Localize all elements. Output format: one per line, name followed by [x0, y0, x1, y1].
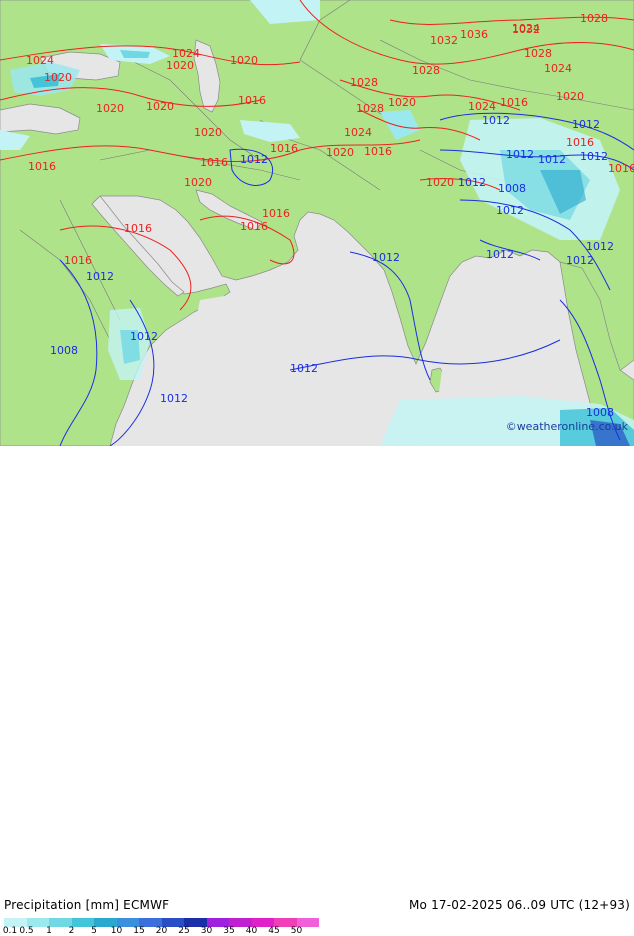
map-canvas: 1024 1024 1020 1020 1020 1020 1020 1016 … [0, 0, 634, 446]
isobar-label: 1020 [166, 59, 194, 72]
isobar-label: 1028 [356, 102, 384, 115]
isobar-label: 1012 [482, 114, 510, 127]
color-scale-tick: 0.5 [19, 926, 34, 936]
color-scale-tick: 5 [91, 926, 97, 936]
color-scale-tick: 1 [46, 926, 52, 936]
isobar-label: 1012 [496, 204, 524, 217]
color-scale-ticks: 0.1 0.5 1 2 5 10 15 20 25 30 35 40 45 50 [0, 926, 330, 936]
color-scale-tick: 35 [223, 926, 235, 936]
isobar-label: 1012 [458, 176, 486, 189]
color-scale-tick: 40 [245, 926, 258, 936]
isobar-label: 1012 [290, 362, 318, 375]
isobar-label: 1016 [500, 96, 528, 109]
color-scale-tick: 25 [178, 926, 190, 936]
isobar-label: 1028 [350, 76, 378, 89]
isobar-label: 1020 [194, 126, 222, 139]
color-scale-tick: 10 [110, 926, 123, 936]
isobar-label: 1012 [86, 270, 114, 283]
valid-time: Mo 17-02-2025 06..09 UTC (12+93) [408, 898, 630, 912]
isobar-label: 1024 [344, 126, 372, 139]
isobar-label: 1012 [586, 240, 614, 253]
color-scale-tick: 45 [268, 926, 280, 936]
isobar-label: 1020 [96, 102, 124, 115]
isobar-label: 1016 [240, 220, 268, 233]
isobar-label: 1028 [524, 47, 552, 60]
isobar-label: 1020 [388, 96, 416, 109]
isobar-label: 1016 [608, 162, 634, 175]
isobar-label: 1020 [44, 71, 72, 84]
isobar-label: 1012 [240, 153, 268, 166]
isobar-label: 1008 [586, 406, 614, 419]
isobar-label: 1012 [538, 153, 566, 166]
isobar-label: 1012 [580, 150, 608, 163]
isobar-label: 1012 [566, 254, 594, 267]
isobar-label: 1012 [572, 118, 600, 131]
color-scale-tick: 30 [200, 926, 213, 936]
color-scale-tick: 20 [155, 926, 168, 936]
isobar-label: 1036 [460, 28, 488, 41]
isobar-label: 1024 [468, 100, 496, 113]
isobar-label: 1016 [64, 254, 92, 267]
isobar-label: 1012 [130, 330, 158, 343]
isobar-label: 1028 [412, 64, 440, 77]
isobar-label: 1016 [124, 222, 152, 235]
isobar-label: 1016 [566, 136, 594, 149]
isobar-label: 1032 [512, 23, 540, 36]
color-scale-tick: 2 [68, 926, 75, 936]
isobar-label: 1016 [270, 142, 298, 155]
isobar-label: 1016 [262, 207, 290, 220]
isobar-label: 1020 [184, 176, 212, 189]
isobar-label: 1012 [486, 248, 514, 261]
color-scale-tick: 0.1 [2, 926, 18, 936]
isobar-label: 1028 [580, 12, 608, 25]
isobar-label: 1012 [506, 148, 534, 161]
isobar-label: 1012 [372, 251, 400, 264]
isobar-label: 1008 [50, 344, 78, 357]
isobar-label: 1008 [498, 182, 526, 195]
credit-text: ©weatheronline.co.uk [505, 420, 628, 433]
isobar-label: 1024 [544, 62, 572, 75]
isobar-label: 1032 [430, 34, 458, 47]
isobar-label: 1020 [230, 54, 258, 67]
isobar-label: 1020 [426, 176, 454, 189]
isobar-label: 1016 [364, 145, 392, 158]
isobar-label: 1024 [26, 54, 54, 67]
map-footer: Precipitation [mm] ECMWF Mo 17-02-2025 0… [0, 446, 634, 936]
color-scale-tick: 15 [133, 926, 145, 936]
precipitation-map: 1024 1024 1020 1020 1020 1020 1020 1016 … [0, 0, 634, 446]
isobar-label: 1016 [28, 160, 56, 173]
map-title: Precipitation [mm] ECMWF [4, 898, 170, 912]
isobar-label: 1016 [200, 156, 228, 169]
isobar-label: 1016 [238, 94, 266, 107]
isobar-label: 1020 [146, 100, 174, 113]
color-scale-tick: 50 [290, 926, 303, 936]
isobar-label: 1020 [556, 90, 584, 103]
isobar-label: 1020 [326, 146, 354, 159]
isobar-label: 1012 [160, 392, 188, 405]
